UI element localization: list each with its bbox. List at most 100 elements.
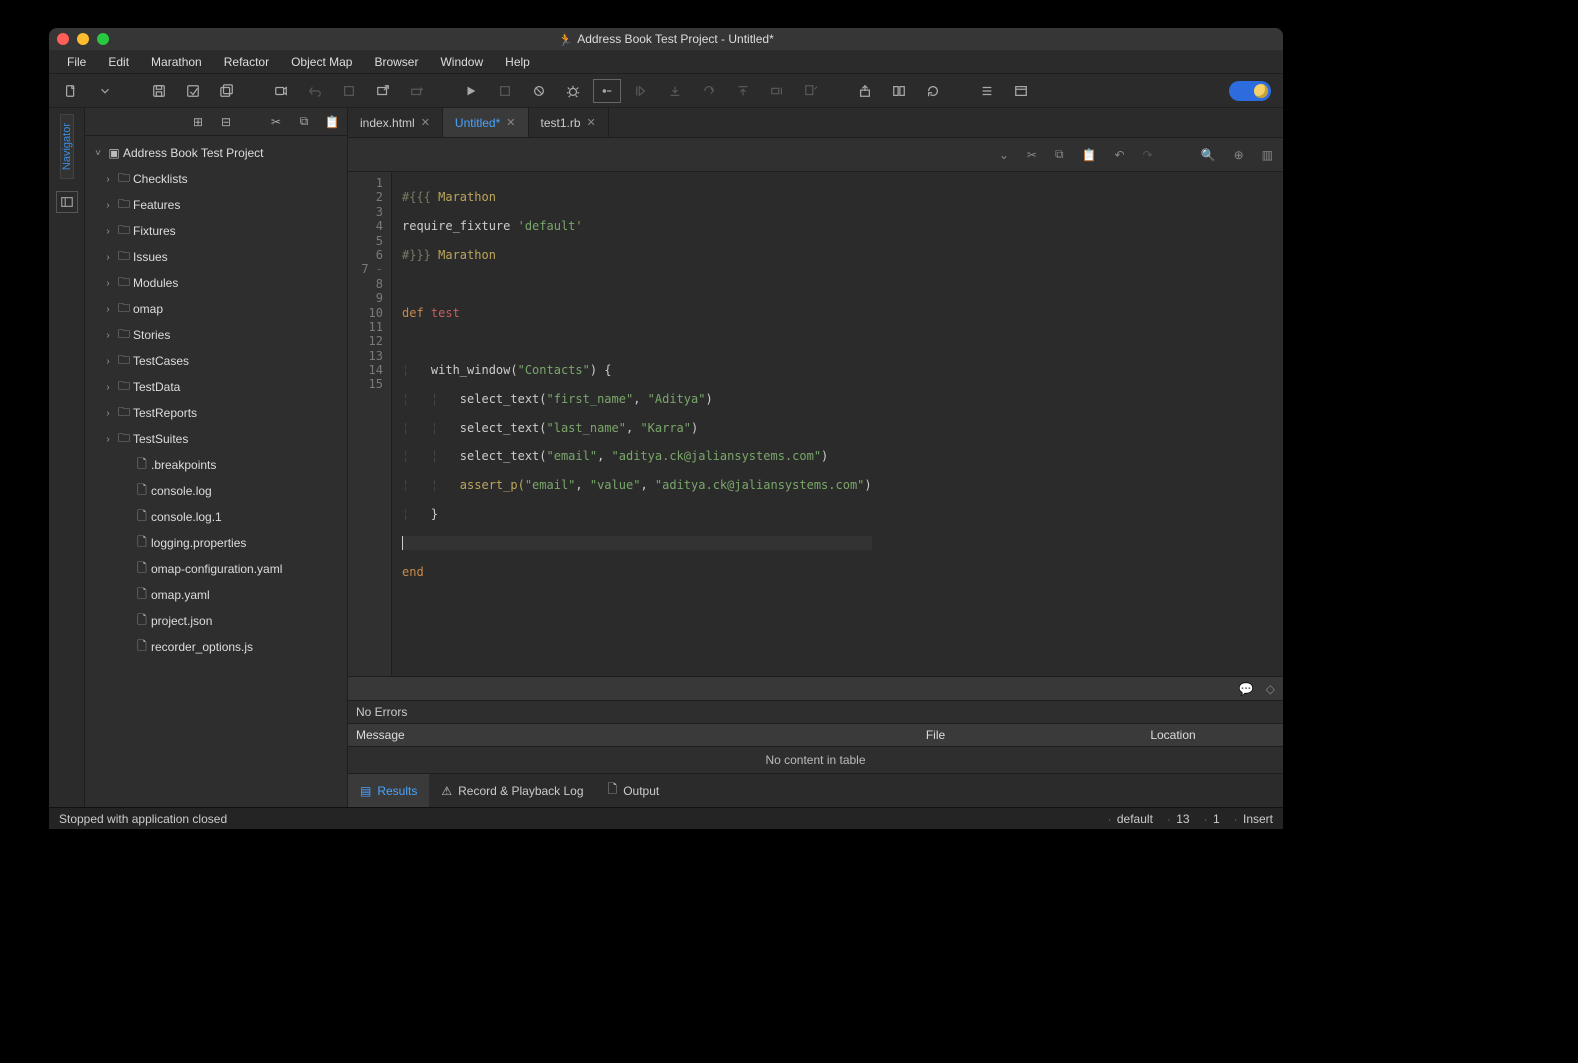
file-omap-configuration[interactable]: 🗋omap-configuration.yaml <box>85 556 347 582</box>
file-console-log-1[interactable]: 🗋console.log.1 <box>85 504 347 530</box>
tab-results[interactable]: ▤Results <box>348 774 429 807</box>
menu-browser[interactable]: Browser <box>364 52 428 72</box>
list-view-button[interactable] <box>973 79 1001 103</box>
menu-marathon[interactable]: Marathon <box>141 52 212 72</box>
side-panel-icon[interactable] <box>56 191 78 213</box>
step-out-button[interactable] <box>729 79 757 103</box>
folder-omap[interactable]: ›🗀omap <box>85 296 347 322</box>
code-editor[interactable]: 1234567 -89101112131415 #{{{ Marathon re… <box>348 172 1283 676</box>
close-icon[interactable]: ✕ <box>421 116 430 129</box>
col-file[interactable]: File <box>808 724 1063 746</box>
status-message: Stopped with application closed <box>59 812 227 826</box>
tab-record-playback-log[interactable]: ⚠Record & Playback Log <box>429 774 595 807</box>
file-project-json[interactable]: 🗋project.json <box>85 608 347 634</box>
bug-button[interactable] <box>559 79 587 103</box>
editor-copy-icon[interactable]: ⧉ <box>1055 147 1064 162</box>
folder-testcases[interactable]: ›🗀TestCases <box>85 348 347 374</box>
col-message[interactable]: Message <box>348 724 808 746</box>
refresh-button[interactable] <box>919 79 947 103</box>
menu-file[interactable]: File <box>57 52 96 72</box>
file-console-log[interactable]: 🗋console.log <box>85 478 347 504</box>
erase-icon[interactable]: ◇ <box>1266 682 1275 696</box>
tab-index-html[interactable]: index.html ✕ <box>348 108 443 137</box>
bottom-tabs: ▤Results ⚠Record & Playback Log 🗋Output <box>348 773 1283 807</box>
editor-cut-icon[interactable]: ✂ <box>1027 148 1037 162</box>
save-as-button[interactable] <box>179 79 207 103</box>
file-breakpoints[interactable]: 🗋.breakpoints <box>85 452 347 478</box>
expand-icon[interactable]: ⊞ <box>189 115 207 129</box>
tab-label: index.html <box>360 116 415 130</box>
play-button[interactable] <box>457 79 485 103</box>
folder-issues[interactable]: ›🗀Issues <box>85 244 347 270</box>
menu-edit[interactable]: Edit <box>98 52 139 72</box>
folder-testreports[interactable]: ›🗀TestReports <box>85 400 347 426</box>
project-tree[interactable]: ˅▣Address Book Test Project ›🗀Checklists… <box>85 136 347 807</box>
folder-checklists[interactable]: ›🗀Checklists <box>85 166 347 192</box>
debug-button[interactable] <box>525 79 553 103</box>
tab-output[interactable]: 🗋Output <box>596 774 672 807</box>
status-line: 13 <box>1167 812 1190 826</box>
open-app-button[interactable] <box>369 79 397 103</box>
col-location[interactable]: Location <box>1063 724 1283 746</box>
folder-testsuites[interactable]: ›🗀TestSuites <box>85 426 347 452</box>
tab-test1-rb[interactable]: test1.rb✕ <box>529 108 609 137</box>
cut-icon[interactable]: ✂ <box>267 115 285 129</box>
editor-area: index.html ✕ Untitled*✕ test1.rb✕ ⌄ ✂ ⧉ 📋… <box>348 108 1283 807</box>
step-return-button[interactable] <box>695 79 723 103</box>
file-omap-yaml[interactable]: 🗋omap.yaml <box>85 582 347 608</box>
comment-icon[interactable]: 💬 <box>1239 682 1254 696</box>
file-recorder-options[interactable]: 🗋recorder_options.js <box>85 634 347 660</box>
editor-settings-icon[interactable]: ▥ <box>1262 148 1273 162</box>
folder-stories[interactable]: ›🗀Stories <box>85 322 347 348</box>
play-slow-button[interactable] <box>491 79 519 103</box>
editor-zoom-icon[interactable]: ⊕ <box>1234 148 1244 162</box>
editor-bottom-bar: 💬 ◇ <box>348 676 1283 700</box>
results-icon: ▤ <box>360 784 371 798</box>
collapse-icon[interactable]: ⊟ <box>217 115 235 129</box>
folder-modules[interactable]: ›🗀Modules <box>85 270 347 296</box>
minimize-window-button[interactable] <box>77 33 89 45</box>
extract-button[interactable] <box>403 79 431 103</box>
zoom-window-button[interactable] <box>97 33 109 45</box>
paste-icon[interactable]: 📋 <box>323 115 341 129</box>
record-button[interactable] <box>267 79 295 103</box>
folder-testdata[interactable]: ›🗀TestData <box>85 374 347 400</box>
project-root[interactable]: ˅▣Address Book Test Project <box>85 140 347 166</box>
close-icon[interactable]: ✕ <box>506 116 515 129</box>
run-to-button[interactable] <box>763 79 791 103</box>
navigator-tab[interactable]: Navigator <box>60 114 74 179</box>
save-button[interactable] <box>145 79 173 103</box>
layout-button[interactable] <box>885 79 913 103</box>
close-window-button[interactable] <box>57 33 69 45</box>
editor-undo-icon[interactable]: ↶ <box>1115 148 1125 162</box>
editor-paste-icon[interactable]: 📋 <box>1082 148 1097 162</box>
copy-icon[interactable]: ⧉ <box>295 114 313 129</box>
step-over-button[interactable] <box>627 79 655 103</box>
terminate-button[interactable] <box>797 79 825 103</box>
save-all-button[interactable] <box>213 79 241 103</box>
status-bar: Stopped with application closed default … <box>49 807 1283 829</box>
export-button[interactable] <box>851 79 879 103</box>
new-dropdown-button[interactable] <box>91 79 119 103</box>
stop-button[interactable] <box>335 79 363 103</box>
editor-tabs: index.html ✕ Untitled*✕ test1.rb✕ <box>348 108 1283 138</box>
code-body[interactable]: #{{{ Marathon require_fixture 'default' … <box>392 172 882 676</box>
theme-toggle[interactable] <box>1229 81 1271 101</box>
menu-object-map[interactable]: Object Map <box>281 52 362 72</box>
close-icon[interactable]: ✕ <box>587 116 596 129</box>
undo-button[interactable] <box>301 79 329 103</box>
editor-search-icon[interactable]: 🔍 <box>1201 148 1216 162</box>
file-logging-properties[interactable]: 🗋logging.properties <box>85 530 347 556</box>
breakpoint-toggle-button[interactable] <box>593 79 621 103</box>
folder-fixtures[interactable]: ›🗀Fixtures <box>85 218 347 244</box>
menu-refactor[interactable]: Refactor <box>214 52 279 72</box>
tab-untitled[interactable]: Untitled*✕ <box>443 108 529 137</box>
folder-features[interactable]: ›🗀Features <box>85 192 347 218</box>
browser-button[interactable] <box>1007 79 1035 103</box>
new-file-button[interactable] <box>57 79 85 103</box>
search-history-icon[interactable]: ⌄ <box>999 148 1009 162</box>
editor-redo-icon[interactable]: ↷ <box>1143 148 1153 162</box>
step-into-button[interactable] <box>661 79 689 103</box>
menu-help[interactable]: Help <box>495 52 540 72</box>
menu-window[interactable]: Window <box>430 52 493 72</box>
